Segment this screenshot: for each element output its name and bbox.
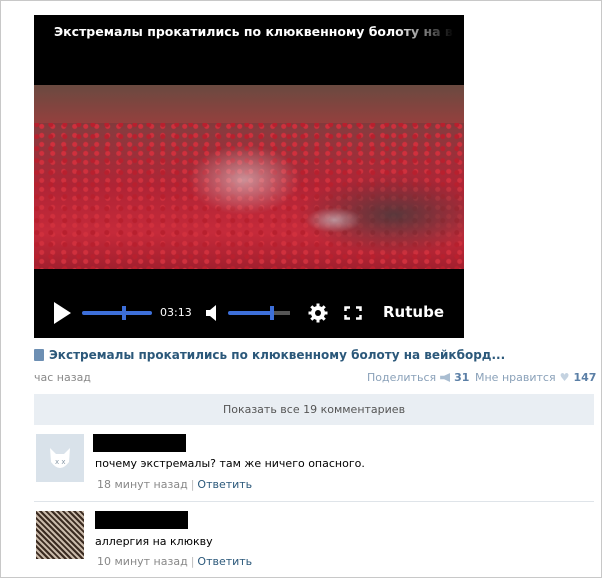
video-frame-top [34, 85, 464, 123]
redacted-author-name [95, 511, 188, 529]
film-icon [34, 349, 44, 361]
user-avatar[interactable] [36, 511, 84, 559]
video-frame[interactable] [34, 85, 464, 269]
rutube-logo[interactable]: Rutube [383, 303, 444, 321]
progress-bar[interactable] [82, 311, 152, 315]
volume-slider-rest [274, 311, 290, 315]
video-player[interactable]: Экстремалы прокатились по клюквенному бо… [34, 15, 464, 338]
share-label: Поделиться [367, 371, 437, 384]
volume-handle[interactable] [270, 306, 274, 320]
comment-time[interactable]: 10 минут назад [97, 555, 188, 568]
comment-time[interactable]: 18 минут назад [97, 478, 188, 491]
player-controls: 03:13 Rutube [34, 295, 464, 331]
like-button[interactable]: Мне нравится ♥ 147 [475, 371, 596, 384]
reply-link[interactable]: Ответить [197, 555, 252, 568]
comment-text: аллергия на клюкву [95, 535, 213, 548]
post-time[interactable]: час назад [34, 371, 91, 384]
like-label: Мне нравится [475, 371, 556, 384]
default-avatar-icon[interactable]: x x [36, 434, 84, 482]
share-count: 31 [454, 371, 470, 384]
volume-icon[interactable] [206, 304, 220, 322]
time-display: 03:13 [160, 306, 192, 319]
like-count: 147 [573, 371, 597, 384]
fullscreen-icon[interactable] [344, 304, 362, 322]
comment-text: почему экстремалы? там же ничего опасног… [95, 457, 365, 470]
progress-handle[interactable] [122, 306, 126, 320]
share-button[interactable]: Поделиться 31 [367, 371, 469, 384]
video-title-link[interactable]: Экстремалы прокатились по клюквенному бо… [34, 348, 505, 362]
heart-icon: ♥ [559, 371, 570, 384]
comment-meta: 18 минут назад | Ответить [97, 478, 253, 491]
reply-link[interactable]: Ответить [197, 478, 252, 491]
redacted-author-name [93, 434, 186, 452]
comment-meta: 10 минут назад | Ответить [97, 555, 253, 568]
svg-text:x x: x x [55, 458, 66, 466]
show-all-comments-button[interactable]: Показать все 19 комментариев [34, 394, 594, 425]
megaphone-icon [440, 373, 451, 382]
gear-icon[interactable] [308, 303, 328, 323]
video-title-text[interactable]: Экстремалы прокатились по клюквенному бо… [49, 348, 505, 362]
player-title[interactable]: Экстремалы прокатились по клюквенному бо… [54, 24, 454, 39]
comment-divider [34, 501, 594, 502]
play-icon[interactable] [54, 302, 71, 324]
